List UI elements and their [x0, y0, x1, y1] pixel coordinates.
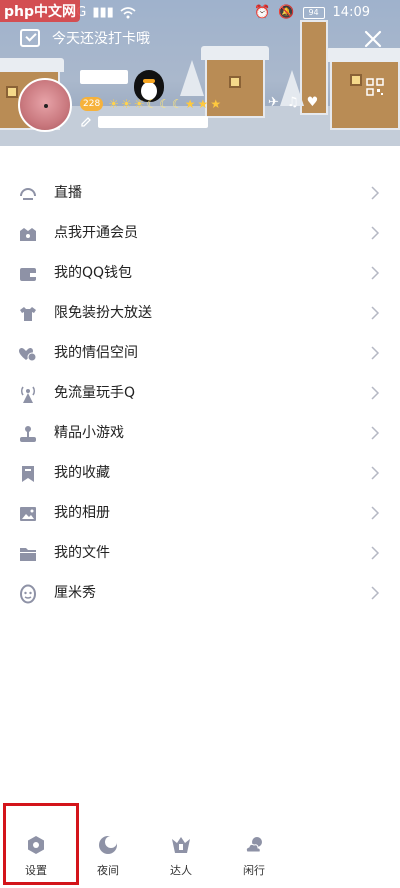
heart-badge-icon: ♥ [306, 95, 319, 110]
hearts-icon [19, 347, 37, 362]
menu-item-wallet[interactable]: 我的QQ钱包 [0, 253, 400, 293]
side-menu: 直播 点我开通会员 我的QQ钱包 限免装扮大放送 我的情侣空间 免流量玩手Q 精… [0, 173, 400, 613]
profile-header: 4G ▮▮▮ ⏰ 🔕 94 14:09 php中文网 今天还没打卡哦 228 ☀… [0, 0, 400, 146]
avatar[interactable] [18, 78, 72, 132]
qr-code-icon[interactable] [366, 78, 384, 96]
star-level-icon: ★ [197, 97, 209, 111]
menu-item-label: 我的收藏 [54, 465, 110, 481]
chevron-right-icon [371, 346, 380, 360]
tab-label: 闲行 [243, 864, 265, 877]
menu-item-cmshow[interactable]: 厘米秀 [0, 573, 400, 613]
close-icon[interactable] [362, 28, 384, 50]
level-badges[interactable]: 228 ☀ ☀ ☀ ☾ ☾ ☾ ★ ★ ★ [80, 97, 221, 111]
bookmark-icon [22, 466, 34, 482]
chevron-right-icon [371, 506, 380, 520]
alarm-off-icon: ⏰ [254, 5, 271, 20]
face-icon [20, 584, 36, 604]
antenna-icon [20, 386, 36, 403]
chevron-right-icon [371, 466, 380, 480]
menu-item-label: 直播 [54, 185, 82, 201]
signal-bars-icon: ▮▮▮ [92, 5, 114, 20]
moon-level-icon: ☾ [146, 97, 158, 111]
menu-item-album[interactable]: 我的相册 [0, 493, 400, 533]
joystick-icon [20, 426, 36, 442]
menu-item-games[interactable]: 精品小游戏 [0, 413, 400, 453]
menu-item-label: 精品小游戏 [54, 425, 124, 441]
battery-icon: 94 [302, 6, 325, 19]
menu-item-label: 厘米秀 [54, 585, 96, 601]
chevron-right-icon [371, 266, 380, 280]
chevron-right-icon [371, 586, 380, 600]
menu-item-live[interactable]: 直播 [0, 173, 400, 213]
menu-item-outfit[interactable]: 限免装扮大放送 [0, 293, 400, 333]
live-icon [20, 188, 36, 200]
edit-icon [81, 117, 91, 127]
banner-house [326, 48, 400, 130]
settings-highlight-box [3, 803, 79, 885]
signature-redacted [98, 116, 208, 128]
nickname-redacted [80, 70, 128, 84]
tab-label: 夜间 [97, 864, 119, 877]
chevron-right-icon [371, 226, 380, 240]
talent-icon [172, 837, 190, 853]
chevron-right-icon [371, 186, 380, 200]
chevron-right-icon [371, 546, 380, 560]
shirt-icon [20, 307, 36, 321]
wifi-icon [120, 6, 136, 18]
sun-level-icon: ☀ [133, 97, 145, 111]
folder-icon [20, 548, 36, 561]
menu-item-couple-space[interactable]: 我的情侣空间 [0, 333, 400, 373]
menu-item-label: 我的相册 [54, 505, 110, 521]
photo-icon [20, 507, 36, 521]
signature-row[interactable] [80, 116, 208, 128]
menu-item-label: 免流量玩手Q [54, 385, 136, 401]
tab-weather[interactable]: 闲行 [224, 822, 284, 882]
star-level-icon: ★ [184, 97, 196, 111]
wallet-icon [20, 268, 36, 281]
chevron-right-icon [371, 386, 380, 400]
calendar-check-icon [20, 29, 40, 47]
sun-level-icon: ☀ [120, 97, 132, 111]
level-badge: 228 [80, 97, 104, 111]
moon-icon [99, 836, 117, 854]
notification-off-icon: 🔕 [278, 5, 295, 20]
menu-item-vip[interactable]: 点我开通会员 [0, 213, 400, 253]
privilege-icons[interactable]: ✈ ♫ ♥ [268, 95, 318, 110]
tab-label: 达人 [170, 864, 192, 877]
moon-level-icon: ☾ [159, 97, 171, 111]
menu-item-files[interactable]: 我的文件 [0, 533, 400, 573]
moon-level-icon: ☾ [172, 97, 183, 111]
chevron-right-icon [371, 426, 380, 440]
watermark: php中文网 [0, 0, 81, 22]
menu-item-favorites[interactable]: 我的收藏 [0, 453, 400, 493]
clock: 14:09 [332, 5, 370, 20]
menu-item-label: 我的情侣空间 [54, 345, 138, 361]
menu-item-label: 我的QQ钱包 [54, 265, 133, 281]
music-icon: ♫ [286, 95, 299, 110]
fly-icon: ✈ [268, 95, 279, 110]
sun-level-icon: ☀ [108, 97, 119, 111]
menu-item-label: 点我开通会员 [54, 225, 138, 241]
vip-crown-icon [20, 228, 36, 241]
banner-tree [180, 60, 204, 96]
menu-item-free-data[interactable]: 免流量玩手Q [0, 373, 400, 413]
menu-item-label: 限免装扮大放送 [54, 305, 152, 321]
menu-item-label: 我的文件 [54, 545, 110, 561]
star-level-icon: ★ [210, 97, 222, 111]
chevron-right-icon [371, 306, 380, 320]
checkin-banner[interactable]: 今天还没打卡哦 [20, 28, 150, 48]
weather-icon [245, 837, 262, 853]
tab-talent[interactable]: 达人 [151, 822, 211, 882]
checkin-text: 今天还没打卡哦 [52, 31, 150, 47]
tab-night-mode[interactable]: 夜间 [78, 822, 138, 882]
